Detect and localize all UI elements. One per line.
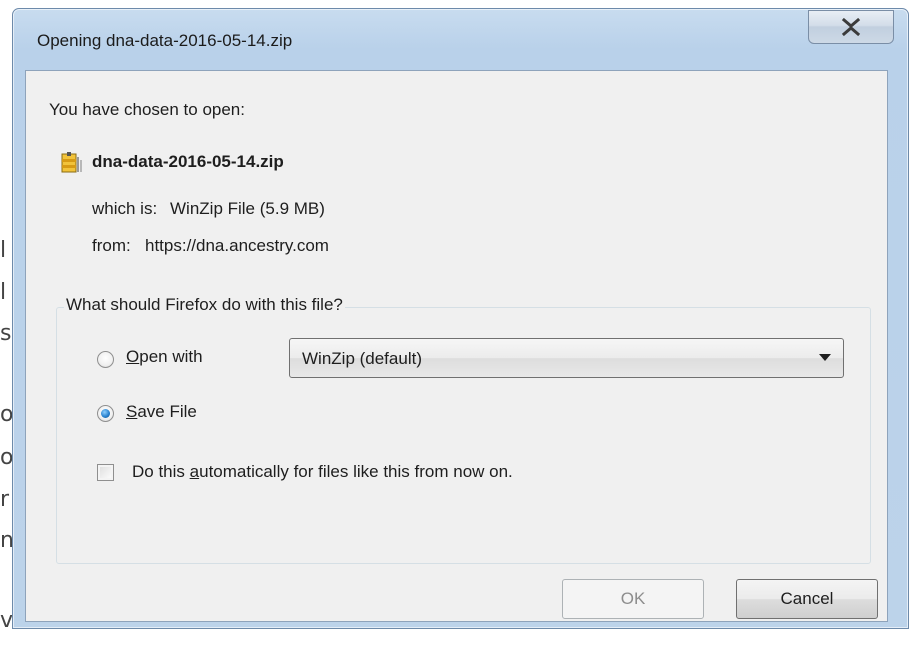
bg-edge-char: o — [0, 402, 12, 427]
window-title: Opening dna-data-2016-05-14.zip — [37, 31, 293, 50]
auto-action-checkbox[interactable] — [97, 464, 114, 481]
save-file-label-text: ave File — [137, 402, 197, 421]
save-file-label[interactable]: Save File — [126, 402, 197, 422]
auto-action-text-before: Do this — [132, 462, 190, 481]
auto-action-text-after: utomatically for files like this from no… — [199, 462, 513, 481]
dialog-window: Opening dna-data-2016-05-14.zip You have… — [12, 8, 909, 629]
chevron-down-icon — [819, 354, 831, 361]
title-bar[interactable]: Opening dna-data-2016-05-14.zip — [13, 9, 908, 69]
open-with-radio[interactable] — [97, 351, 114, 368]
save-file-radio[interactable] — [97, 405, 114, 422]
auto-action-mnemonic: a — [189, 462, 200, 481]
bg-edge-char: l — [0, 238, 7, 263]
source-url-value: https://dna.ancestry.com — [145, 236, 329, 255]
file-name: dna-data-2016-05-14.zip — [92, 152, 284, 171]
open-with-label-text: pen with — [139, 347, 203, 366]
intro-text: You have chosen to open: — [49, 100, 245, 119]
bg-edge-char: v — [0, 608, 12, 633]
file-type-value: WinZip File (5.9 MB) — [170, 199, 325, 218]
save-file-mnemonic: S — [126, 402, 138, 421]
auto-action-label[interactable]: Do this automatically for files like thi… — [132, 462, 513, 482]
close-button[interactable] — [808, 10, 894, 44]
bg-edge-char: n — [0, 528, 12, 553]
bg-edge-char: o — [0, 445, 12, 470]
bg-edge-char: r — [0, 487, 10, 512]
winzip-archive-icon — [61, 152, 82, 173]
close-x-icon — [841, 18, 861, 36]
bg-edge-char: s — [0, 321, 12, 346]
open-with-label[interactable]: Open with — [126, 347, 203, 367]
from-label: from: — [92, 236, 131, 255]
open-with-mnemonic: O — [126, 347, 140, 366]
dialog-client-area: You have chosen to open: dna-data-2016-0… — [25, 70, 888, 622]
bg-edge-char: l — [0, 280, 7, 305]
ok-button[interactable]: OK — [562, 579, 704, 619]
which-is-label: which is: — [92, 199, 158, 218]
open-with-app-select[interactable]: WinZip (default) — [289, 338, 844, 378]
action-question: What should Firefox do with this file? — [64, 295, 345, 315]
open-with-app-value: WinZip (default) — [302, 349, 422, 368]
cancel-button[interactable]: Cancel — [736, 579, 878, 619]
